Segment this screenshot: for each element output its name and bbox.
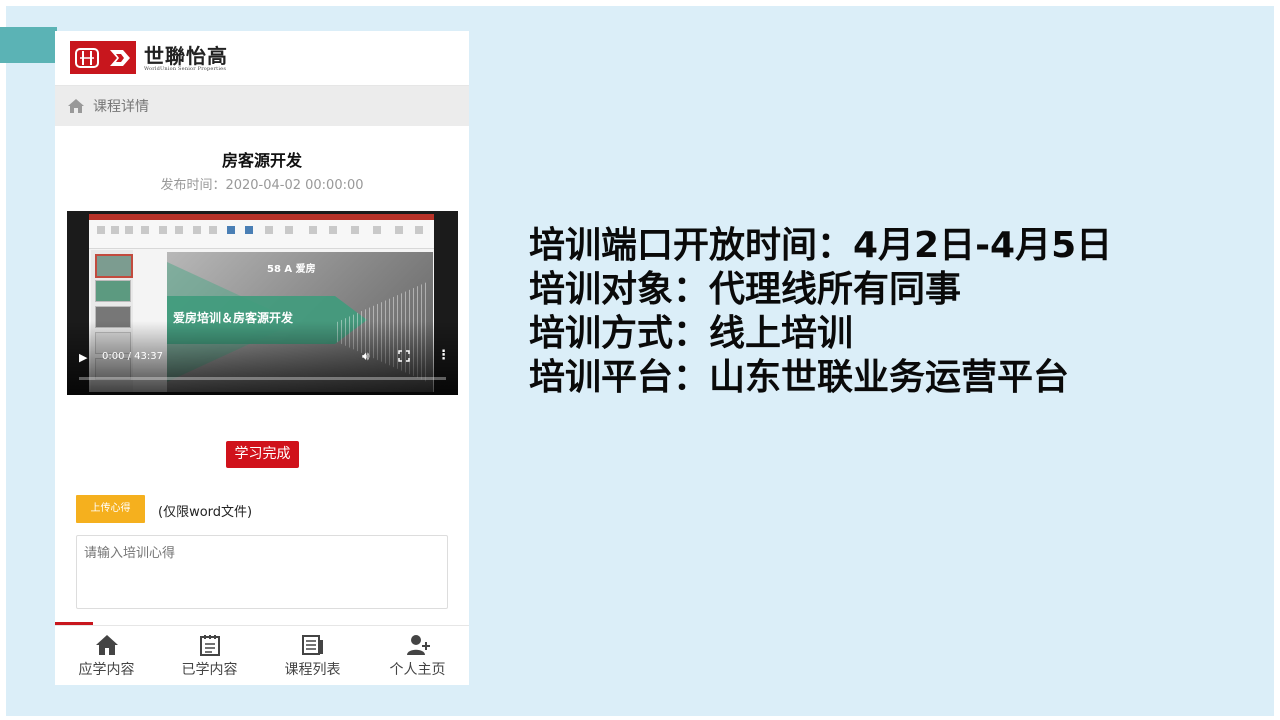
training-time-line: 培训端口开放时间：4月2日-4月5日 [529, 225, 1113, 266]
more-options-icon[interactable]: ⋮ [437, 348, 450, 363]
complete-study-button[interactable]: 学习完成 [226, 441, 299, 468]
tab-label: 已学内容 [181, 662, 238, 678]
mobile-screenshot: 世聯怡高 WorldUnion Senior Properties 课程详情 房… [55, 31, 469, 685]
brand-name: 世聯怡高 [144, 44, 228, 68]
training-method-line: 培训方式：线上培训 [529, 313, 854, 354]
video-time: 0:00 / 43:37 [102, 351, 164, 362]
training-platform-line: 培训平台：山东世联业务运营平台 [529, 357, 1070, 398]
company-logo [70, 41, 136, 74]
logo-arrow-icon [109, 49, 130, 66]
tab-label: 个人主页 [389, 662, 446, 678]
video-player[interactable]: 58 A 爱房 爱房培训＆房客源开发 ▶ 0:00 / 43:37 🔊︎ ⋮ [67, 211, 458, 395]
play-button[interactable]: ▶ [79, 351, 87, 364]
bottom-tab-bar: 应学内容 已学内容 课程列表 个人主页 [55, 622, 469, 685]
training-notes-input[interactable] [76, 535, 448, 609]
course-publish-date: 发布时间：2020-04-02 00:00:00 [160, 178, 364, 193]
ppt-ribbon [89, 220, 434, 249]
brand-subtitle: WorldUnion Senior Properties [144, 66, 227, 72]
tab-label: 应学内容 [78, 662, 135, 678]
teal-accent-bar [0, 27, 57, 63]
fullscreen-icon[interactable] [398, 350, 410, 362]
upload-file-hint: (仅限word文件) [158, 505, 253, 520]
video-progress-bar[interactable] [79, 377, 446, 380]
home-icon [95, 635, 118, 655]
tab-active-indicator [55, 622, 93, 625]
notebook-icon [199, 635, 220, 656]
tab-profile[interactable]: 个人主页 [366, 626, 469, 685]
breadcrumb-label: 课程详情 [93, 99, 149, 115]
tab-required-content[interactable]: 应学内容 [55, 626, 158, 685]
newspaper-icon [301, 635, 323, 655]
brand-header: 世聯怡高 WorldUnion Senior Properties [55, 31, 469, 86]
tab-course-list[interactable]: 课程列表 [261, 626, 364, 685]
tab-label: 课程列表 [284, 662, 341, 678]
breadcrumb: 课程详情 [55, 86, 469, 126]
ppt-slide-logo: 58 A 爱房 [267, 264, 316, 275]
upload-notes-button[interactable]: 上传心得 [76, 495, 145, 523]
course-title: 房客源开发 [221, 151, 302, 170]
logo-emblem-icon [74, 47, 99, 68]
tab-learned-content[interactable]: 已学内容 [158, 626, 261, 685]
home-icon[interactable] [67, 97, 85, 115]
volume-icon[interactable]: 🔊︎ [362, 349, 370, 364]
add-user-icon [406, 635, 430, 655]
training-info-block: 培训端口开放时间：4月2日-4月5日 培训对象：代理线所有同事 培训方式：线上培… [529, 224, 1249, 400]
training-audience-line: 培训对象：代理线所有同事 [529, 269, 962, 310]
